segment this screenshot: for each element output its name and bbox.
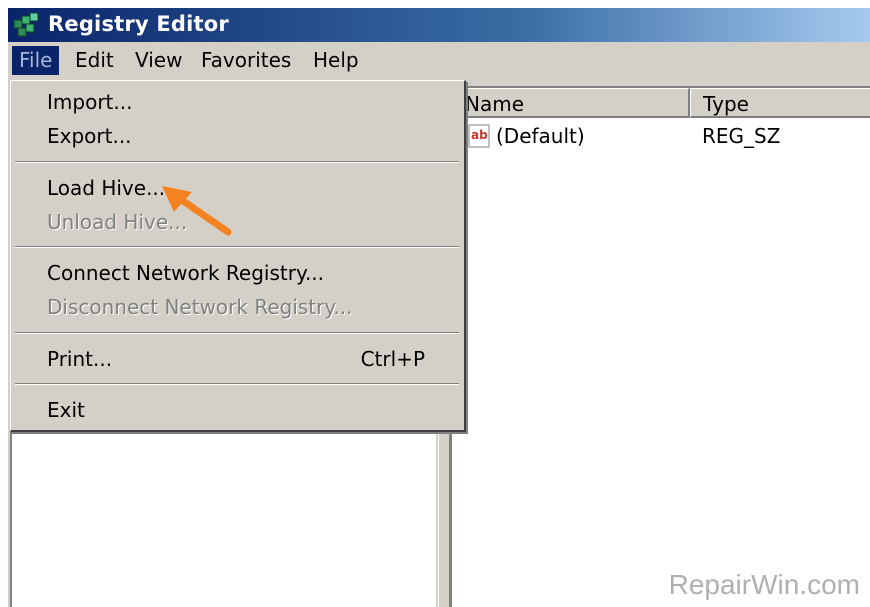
window-title: Registry Editor [48, 12, 229, 36]
column-header-type[interactable]: Type [690, 88, 870, 118]
string-value-icon: ab [468, 124, 490, 148]
menu-help[interactable]: Help [306, 46, 366, 75]
registry-editor-icon [13, 12, 39, 37]
menu-file[interactable]: File [12, 46, 60, 75]
annotation-arrow-icon [162, 186, 232, 236]
menu-separator [15, 332, 459, 334]
menu-item-label: Print... [47, 347, 113, 371]
menu-item-export[interactable]: Export... [11, 121, 463, 151]
menu-item-label: Import... [47, 90, 133, 114]
print-shortcut: Ctrl+P [360, 347, 425, 371]
watermark: RepairWin.com [668, 569, 860, 600]
menu-view[interactable]: View [128, 46, 189, 75]
menu-item-label: Exit [47, 398, 85, 422]
menu-item-connect-network-registry[interactable]: Connect Network Registry... [11, 258, 463, 288]
menu-item-label: Export... [47, 124, 132, 148]
menu-item-import[interactable]: Import... [11, 87, 463, 117]
svg-text:ab: ab [471, 128, 488, 142]
menu-item-exit[interactable]: Exit [11, 395, 463, 425]
menu-item-print[interactable]: Print... Ctrl+P [11, 344, 463, 374]
menu-separator [15, 246, 459, 248]
menu-item-label: Disconnect Network Registry... [47, 295, 353, 319]
column-header-name[interactable]: Name [452, 88, 690, 118]
menu-item-label: Connect Network Registry... [47, 261, 325, 285]
menu-item-label: Load Hive... [47, 176, 166, 200]
value-name: (Default) [496, 124, 585, 148]
menu-separator [15, 161, 459, 163]
menu-edit[interactable]: Edit [68, 46, 121, 75]
menu-item-disconnect-network-registry: Disconnect Network Registry... [11, 292, 463, 322]
file-menu-dropdown: Import... Export... Load Hive... Unload … [10, 80, 466, 432]
list-item[interactable]: ab (Default) REG_SZ [452, 121, 870, 151]
title-bar[interactable]: Registry Editor [8, 8, 870, 42]
menu-favorites[interactable]: Favorites [194, 46, 298, 75]
menu-separator [15, 383, 459, 385]
value-type: REG_SZ [702, 124, 781, 148]
menu-bar: File Edit View Favorites Help [8, 42, 870, 80]
values-list-pane[interactable]: Name Type ab (Default) REG_SZ [450, 86, 870, 607]
